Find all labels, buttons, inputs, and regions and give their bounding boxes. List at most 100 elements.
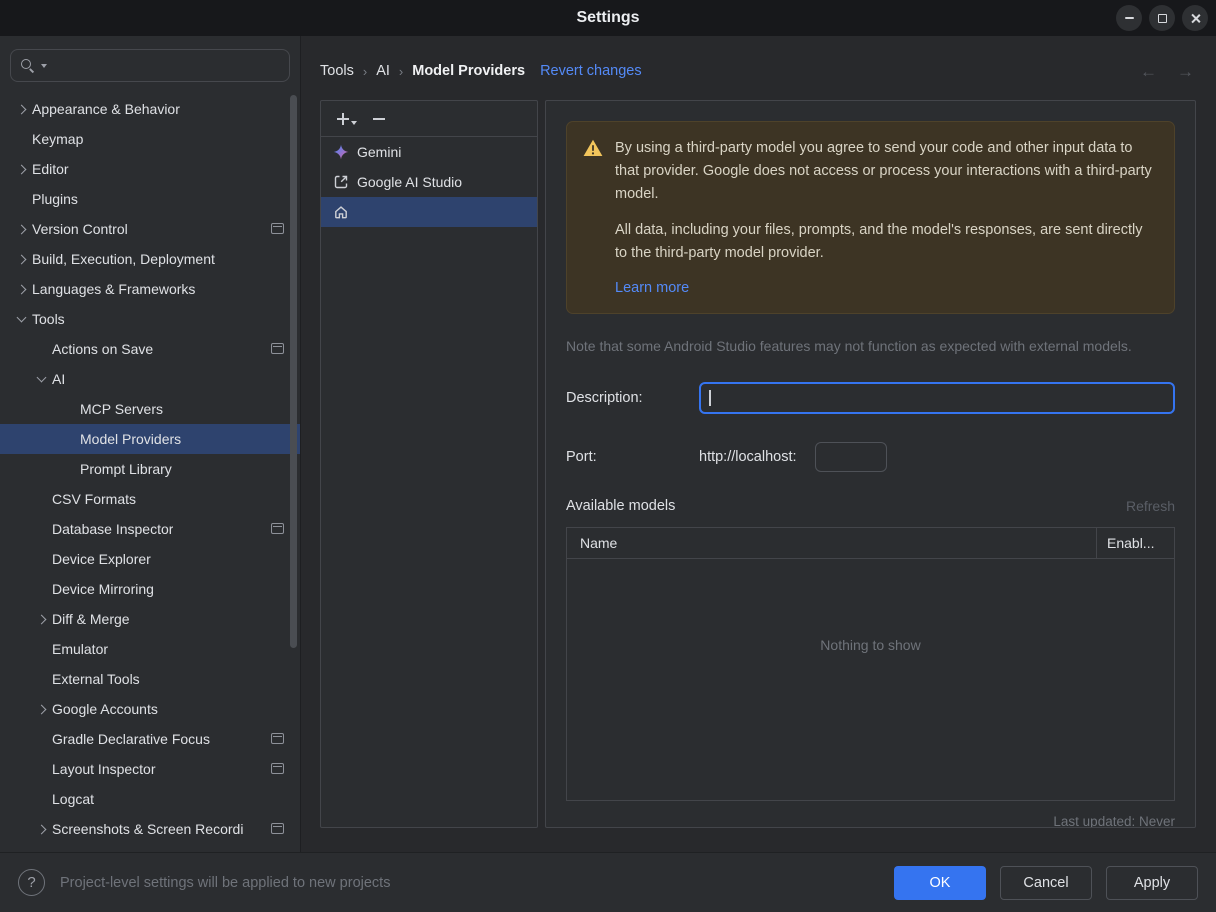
revert-changes-link[interactable]: Revert changes bbox=[540, 63, 642, 79]
provider-label: Gemini bbox=[357, 144, 402, 160]
sidebar-item[interactable]: Editor bbox=[0, 154, 300, 184]
close-icon bbox=[1190, 13, 1201, 24]
provider-item-new[interactable] bbox=[321, 197, 537, 227]
sidebar-item-label: Layout Inspector bbox=[52, 761, 156, 777]
breadcrumb-tools[interactable]: Tools bbox=[320, 63, 354, 79]
home-icon bbox=[335, 206, 347, 219]
breadcrumb-separator: › bbox=[398, 63, 404, 79]
apply-button[interactable]: Apply bbox=[1106, 865, 1198, 900]
back-arrow-icon[interactable]: ← bbox=[1140, 63, 1157, 80]
text-cursor bbox=[709, 390, 711, 407]
sidebar-item[interactable]: Gradle Declarative Focus bbox=[0, 724, 300, 754]
available-models-header: Available models Refresh bbox=[566, 498, 1175, 514]
help-button[interactable]: ? bbox=[18, 869, 45, 896]
sidebar-item-label: Plugins bbox=[32, 191, 78, 207]
warning-paragraph-2: All data, including your files, prompts,… bbox=[615, 221, 1143, 261]
breadcrumb-ai[interactable]: AI bbox=[376, 63, 390, 79]
port-field[interactable] bbox=[814, 442, 887, 473]
sidebar-item[interactable]: Google Accounts bbox=[0, 694, 300, 724]
settings-content: Tools › AI › Model Providers Revert chan… bbox=[301, 36, 1216, 852]
sidebar-item[interactable]: Tools bbox=[0, 304, 300, 334]
sidebar-item-label: Model Providers bbox=[80, 431, 182, 447]
external-models-note: Note that some Android Studio features m… bbox=[566, 338, 1132, 355]
sidebar-item[interactable]: Emulator bbox=[0, 634, 300, 664]
sidebar-item-label: Device Explorer bbox=[52, 551, 151, 567]
sidebar-item-label: Google Accounts bbox=[52, 701, 158, 717]
per-project-settings-icon bbox=[271, 343, 284, 354]
learn-more-link[interactable]: Learn more bbox=[615, 277, 1158, 300]
port-label: Port: bbox=[566, 449, 597, 466]
providers-toolbar bbox=[321, 101, 537, 137]
sidebar-item-label: Version Control bbox=[32, 221, 128, 237]
sidebar-item-label: External Tools bbox=[52, 671, 140, 687]
sidebar-item[interactable]: Database Inspector bbox=[0, 514, 300, 544]
maximize-icon bbox=[1157, 13, 1167, 23]
sidebar-item[interactable]: Diff & Merge bbox=[0, 604, 300, 634]
chevron-icon bbox=[10, 106, 32, 113]
sidebar-item[interactable]: Prompt Library bbox=[0, 454, 300, 484]
sidebar-item[interactable]: Appearance & Behavior bbox=[0, 94, 300, 124]
history-navigation: ← → bbox=[1140, 63, 1194, 80]
chevron-down-icon bbox=[41, 64, 47, 71]
models-table: Name Enabl... Nothing to show bbox=[566, 527, 1175, 802]
maximize-button[interactable] bbox=[1149, 5, 1175, 31]
breadcrumb: Tools › AI › Model Providers Revert chan… bbox=[301, 36, 1216, 100]
column-header-enabled[interactable]: Enabl... bbox=[1096, 528, 1174, 559]
column-header-name[interactable]: Name bbox=[567, 528, 1096, 558]
sidebar-item[interactable]: Model Providers bbox=[0, 424, 300, 454]
third-party-warning-banner: By using a third-party model you agree t… bbox=[566, 121, 1175, 315]
sidebar-item[interactable]: CSV Formats bbox=[0, 484, 300, 514]
chevron-icon bbox=[10, 317, 32, 321]
add-provider-button[interactable] bbox=[335, 111, 357, 127]
empty-table-message: Nothing to show bbox=[820, 636, 921, 653]
forward-arrow-icon[interactable]: → bbox=[1177, 63, 1194, 80]
dialog-footer: ? Project-level settings will be applied… bbox=[0, 852, 1216, 912]
sidebar-item-label: Gradle Declarative Focus bbox=[52, 731, 210, 747]
warning-text: By using a third-party model you agree t… bbox=[615, 137, 1158, 299]
sidebar-item[interactable]: Keymap bbox=[0, 124, 300, 154]
last-updated-label: Last updated: Never bbox=[1053, 814, 1175, 828]
breadcrumb-current: Model Providers bbox=[412, 63, 526, 79]
sidebar-item-label: Emulator bbox=[52, 641, 109, 657]
description-row: Description: bbox=[566, 382, 1175, 415]
search-icon bbox=[21, 58, 35, 73]
refresh-button[interactable]: Refresh bbox=[1126, 498, 1175, 514]
sidebar-item[interactable]: Device Mirroring bbox=[0, 574, 300, 604]
sidebar-item[interactable]: Device Explorer bbox=[0, 544, 300, 574]
sidebar-item-label: Languages & Frameworks bbox=[32, 281, 196, 297]
sidebar-item[interactable]: Languages & Frameworks bbox=[0, 274, 300, 304]
sidebar-item[interactable]: Screenshots & Screen Recordi bbox=[0, 814, 300, 844]
search-input[interactable] bbox=[55, 57, 279, 74]
sidebar-item[interactable]: Plugins bbox=[0, 184, 300, 214]
sidebar-item[interactable]: Version Control bbox=[0, 214, 300, 244]
titlebar: Settings bbox=[0, 0, 1216, 36]
sidebar-item[interactable]: MCP Servers bbox=[0, 394, 300, 424]
sidebar-item-label: Appearance & Behavior bbox=[32, 101, 180, 117]
models-table-header: Name Enabl... bbox=[567, 528, 1174, 560]
provider-detail-panel: By using a third-party model you agree t… bbox=[545, 100, 1196, 828]
provider-item-ai-studio[interactable]: Google AI Studio bbox=[321, 167, 537, 197]
ok-button[interactable]: OK bbox=[894, 865, 986, 900]
description-field[interactable] bbox=[699, 382, 1175, 415]
cancel-button[interactable]: Cancel bbox=[1000, 865, 1092, 900]
sidebar-scrollbar[interactable] bbox=[290, 95, 297, 648]
remove-provider-button[interactable] bbox=[371, 111, 387, 127]
sidebar-item-label: Tools bbox=[32, 311, 65, 327]
sidebar-item[interactable]: AI bbox=[0, 364, 300, 394]
close-button[interactable] bbox=[1182, 5, 1208, 31]
chevron-icon bbox=[30, 377, 52, 381]
sidebar-item[interactable]: External Tools bbox=[0, 664, 300, 694]
minimize-button[interactable] bbox=[1116, 5, 1142, 31]
sidebar-item[interactable]: Logcat bbox=[0, 784, 300, 814]
sidebar-item[interactable]: Actions on Save bbox=[0, 334, 300, 364]
chevron-icon bbox=[10, 226, 32, 233]
description-label: Description: bbox=[566, 390, 643, 407]
sidebar-item-label: CSV Formats bbox=[52, 491, 137, 507]
provider-item-gemini[interactable]: Gemini bbox=[321, 137, 537, 167]
per-project-settings-icon bbox=[271, 763, 284, 774]
sidebar-item[interactable]: Layout Inspector bbox=[0, 754, 300, 784]
providers-panel: Gemini Google AI Studio bbox=[320, 100, 538, 828]
search-box[interactable] bbox=[10, 49, 290, 82]
sidebar-item[interactable]: Build, Execution, Deployment bbox=[0, 244, 300, 274]
sidebar-item-label: Prompt Library bbox=[80, 461, 172, 477]
